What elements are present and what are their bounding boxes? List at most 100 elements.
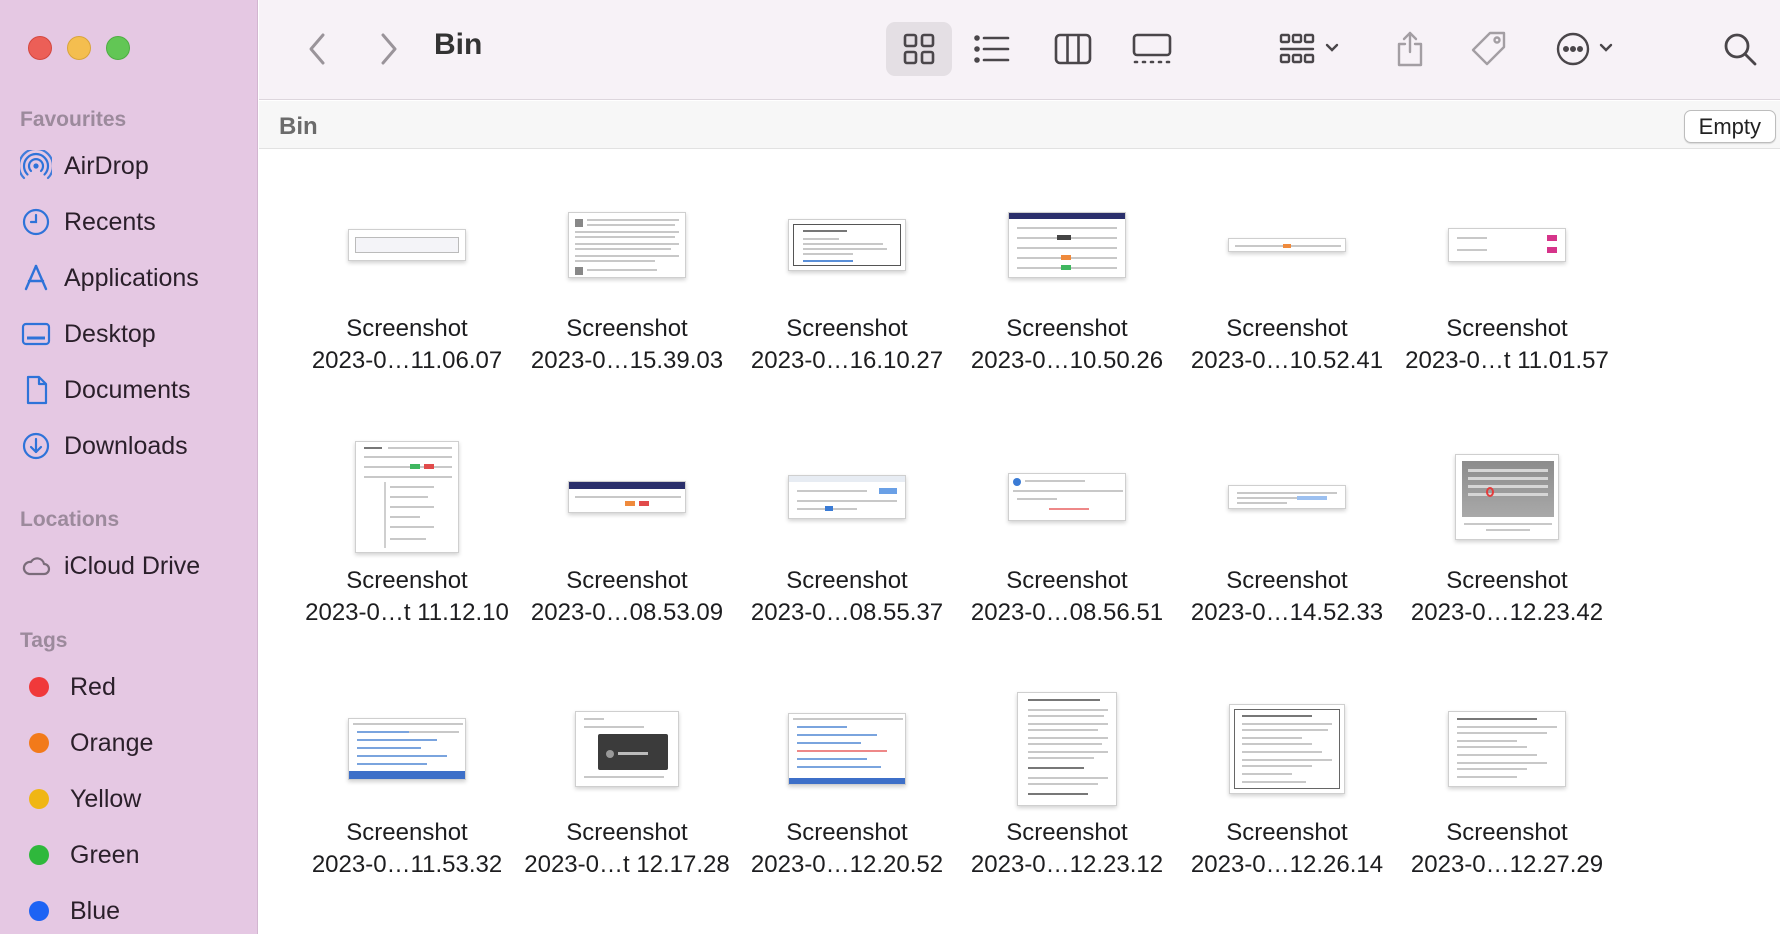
clock-icon: [22, 208, 50, 236]
file-item[interactable]: Screenshot 2023-0…t 11.12.10: [297, 402, 517, 652]
file-name: Screenshot 2023-0…10.52.41: [1190, 315, 1384, 374]
file-item[interactable]: Screenshot 2023-0…12.23.12: [957, 654, 1177, 904]
file-thumbnail: [1448, 711, 1566, 787]
file-name: Screenshot 2023-0…16.10.27: [750, 315, 944, 374]
list-view-icon: [974, 35, 1010, 63]
favourites-title: Favourites: [20, 108, 127, 131]
file-name: Screenshot 2023-0…08.56.51: [970, 567, 1164, 626]
file-name: Screenshot 2023-0…10.50.26: [970, 315, 1164, 374]
airdrop-icon: [20, 150, 52, 180]
file-name: Screenshot 2023-0…12.20.52: [750, 819, 944, 878]
forward-button[interactable]: [369, 22, 409, 76]
empty-bin-button[interactable]: Empty: [1683, 110, 1776, 143]
sidebar-item-label: Documents: [64, 375, 191, 404]
file-item[interactable]: Screenshot 2023-0…15.39.03: [517, 150, 737, 400]
sidebar-tag-blue[interactable]: Blue: [20, 889, 120, 933]
sidebar-item-label: Yellow: [70, 784, 142, 813]
file-name: Screenshot 2023-0…12.26.14: [1190, 819, 1384, 878]
group-icon: [1279, 33, 1339, 64]
file-thumbnail: [788, 475, 906, 519]
sidebar-item-label: Orange: [70, 728, 154, 757]
path-bar: Bin Empty: [259, 101, 1780, 149]
forward-icon: [381, 33, 397, 65]
file-item[interactable]: Screenshot 2023-0…t 11.01.57: [1397, 150, 1617, 400]
file-item[interactable]: Screenshot 2023-0…11.53.32: [297, 654, 517, 904]
sidebar-item-icloud-drive[interactable]: iCloud Drive: [20, 544, 200, 588]
file-thumbnail: [788, 713, 906, 785]
tags-title: Tags: [20, 629, 68, 652]
file-item[interactable]: Screenshot 2023-0…12.26.14: [1177, 654, 1397, 904]
file-item[interactable]: Screenshot 2023-0…08.56.51: [957, 402, 1177, 652]
search-button[interactable]: [1715, 22, 1765, 76]
tag-color-dot: [29, 901, 49, 921]
sidebar-item-label: Downloads: [64, 431, 188, 460]
more-actions-button[interactable]: [1547, 22, 1627, 76]
back-icon: [309, 33, 325, 65]
group-by-button[interactable]: [1271, 22, 1351, 76]
file-thumbnail: [1228, 485, 1346, 509]
file-thumbnail: [575, 711, 679, 787]
file-name: Screenshot 2023-0…12.27.29: [1410, 819, 1604, 878]
more-icon: [1556, 32, 1613, 66]
gallery-view-icon: [1132, 33, 1172, 64]
file-item[interactable]: Screenshot 2023-0…12.20.52: [737, 654, 957, 904]
sidebar-item-desktop[interactable]: Desktop: [20, 312, 156, 356]
column-view-icon: [1054, 33, 1092, 65]
sidebar-tag-yellow[interactable]: Yellow: [20, 777, 141, 821]
file-item[interactable]: Screenshot 2023-0…11.06.07: [297, 150, 517, 400]
search-icon: [1724, 33, 1757, 66]
file-item[interactable]: Screenshot 2023-0…12.27.29: [1397, 654, 1617, 904]
sidebar-item-downloads[interactable]: Downloads: [20, 424, 188, 468]
tag-button[interactable]: [1463, 22, 1515, 76]
file-name: Screenshot 2023-0…15.39.03: [530, 315, 724, 374]
file-name: Screenshot 2023-0…12.23.12: [970, 819, 1164, 878]
column-view-button[interactable]: [1040, 22, 1106, 76]
sidebar-item-documents[interactable]: Documents: [20, 368, 190, 412]
file-item[interactable]: Screenshot 2023-0…08.55.37: [737, 402, 957, 652]
sidebar-item-label: Desktop: [64, 319, 156, 348]
file-name: Screenshot 2023-0…12.23.42: [1410, 567, 1604, 626]
sidebar-item-applications[interactable]: Applications: [20, 256, 199, 300]
file-item[interactable]: Screenshot 2023-0…08.53.09: [517, 402, 737, 652]
sidebar-item-label: Recents: [64, 207, 156, 236]
file-name: Screenshot 2023-0…08.55.37: [750, 567, 944, 626]
file-item[interactable]: Screenshot 2023-0…10.50.26: [957, 150, 1177, 400]
zoom-window-button[interactable]: [106, 36, 130, 60]
gallery-view-button[interactable]: [1119, 22, 1185, 76]
close-window-button[interactable]: [28, 36, 52, 60]
file-name: Screenshot 2023-0…11.53.32: [311, 819, 503, 878]
document-icon: [26, 375, 48, 405]
chevron-down-icon: [1325, 43, 1339, 52]
desktop-icon: [21, 322, 51, 346]
minimize-window-button[interactable]: [67, 36, 91, 60]
window-controls: [28, 36, 130, 60]
file-grid: Screenshot 2023-0…11.06.07 Screenshot 2023…: [259, 150, 1780, 934]
sidebar-tag-orange[interactable]: Orange: [20, 721, 153, 765]
icon-view-button[interactable]: [886, 22, 952, 76]
file-thumbnail: [355, 441, 459, 553]
tag-icon: [1471, 31, 1506, 66]
share-button[interactable]: [1384, 22, 1436, 76]
sidebar-item-label: iCloud Drive: [64, 551, 201, 580]
back-button[interactable]: [297, 22, 337, 76]
sidebar-tag-green[interactable]: Green: [20, 833, 139, 877]
tag-color-dot: [29, 733, 49, 753]
file-thumbnail: [1229, 704, 1345, 794]
file-item[interactable]: Screenshot 2023-0…t 12.17.28: [517, 654, 737, 904]
sidebar-tag-red[interactable]: Red: [20, 665, 116, 709]
file-name: Screenshot 2023-0…14.52.33: [1190, 567, 1384, 626]
file-name: Screenshot 2023-0…t 12.17.28: [524, 819, 730, 878]
sidebar: Favourites AirDrop Recents Applications …: [0, 0, 258, 934]
window-title: Bin: [434, 28, 483, 61]
sidebar-item-airdrop[interactable]: AirDrop: [20, 144, 149, 188]
toolbar: Bin: [259, 0, 1780, 100]
path-label: Bin: [279, 113, 318, 140]
file-item[interactable]: Screenshot 2023-0…12.23.42: [1397, 402, 1617, 652]
file-item[interactable]: Screenshot 2023-0…14.52.33: [1177, 402, 1397, 652]
locations-title: Locations: [20, 508, 120, 531]
file-item[interactable]: Screenshot 2023-0…10.52.41: [1177, 150, 1397, 400]
sidebar-item-recents[interactable]: Recents: [20, 200, 156, 244]
file-name: Screenshot 2023-0…t 11.01.57: [1405, 315, 1609, 374]
list-view-button[interactable]: [959, 22, 1025, 76]
file-item[interactable]: Screenshot 2023-0…16.10.27: [737, 150, 957, 400]
